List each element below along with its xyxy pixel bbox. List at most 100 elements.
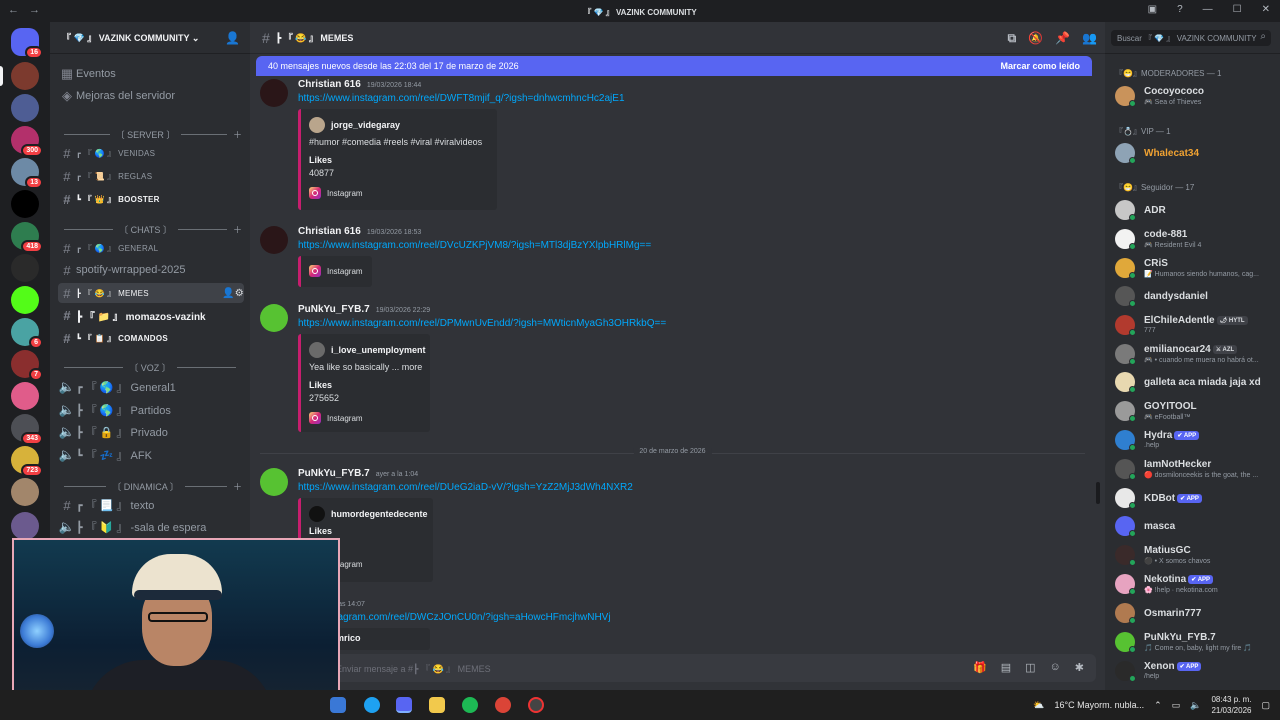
member-item[interactable]: ADR [1115, 198, 1275, 222]
apps-icon[interactable]: ✱ [1075, 661, 1084, 674]
file-explorer-icon[interactable] [429, 697, 445, 713]
server-icon[interactable]: 343 [11, 414, 43, 445]
member-item[interactable]: IamNotHecker 🔴 dosmilonceekis is the goat… [1115, 457, 1275, 481]
new-messages-bar[interactable]: 40 mensajes nuevos desde las 22:03 del 1… [256, 56, 1092, 76]
message-author[interactable]: Christian 616 19/03/2026 18:44 [298, 79, 421, 90]
add-channel-icon[interactable]: ＋ [233, 480, 242, 493]
server-icon[interactable]: 723 [11, 446, 43, 477]
member-item[interactable]: GOYITOOL 🎮 eFootball™ [1115, 399, 1275, 423]
notifications-icon[interactable]: ▢ [1261, 700, 1270, 711]
add-member-icon[interactable]: 👤 [225, 31, 240, 45]
boosts-item[interactable]: ◈ Mejoras del servidor [58, 86, 244, 106]
voice-sala[interactable]: 🔈 ┣ 『 🔰 』 -sala de espera [58, 517, 244, 537]
search-input[interactable]: Buscar 『 💎 』 VAZINK COMMUNITY ⌕ [1111, 30, 1271, 46]
member-item[interactable]: Xenon ✔ APP/help [1115, 659, 1275, 683]
server-icon[interactable] [11, 382, 39, 410]
channel-reglas[interactable]: # ┏ 『 📜 』 REGLAS [58, 166, 244, 186]
embed-author-name[interactable]: jorge_videgaray [331, 120, 400, 130]
inbox-icon[interactable]: ▣ [1148, 4, 1157, 15]
message-author[interactable]: PuNkYu_FYB.7 ayer a la 1:04 [298, 468, 418, 479]
obs-icon[interactable] [528, 697, 544, 713]
channel-memes[interactable]: # ┣ 『 😂 』 MEMES 👤⚙ [58, 283, 244, 303]
spotify-icon[interactable] [462, 697, 478, 713]
clock[interactable]: 08:43 p. m. 21/03/2026 [1211, 694, 1251, 716]
author-name[interactable]: PuNkYu_FYB.7 [298, 468, 370, 479]
discord-taskbar-icon[interactable] [396, 697, 412, 713]
add-channel-icon[interactable]: ＋ [233, 128, 242, 141]
channel-booster[interactable]: # ┗ 『 👑 』 BOOSTER [58, 189, 244, 209]
gif-icon[interactable]: ▤ [1001, 661, 1011, 674]
embed-author-name[interactable]: i_love_unemployment [331, 345, 426, 355]
author-name[interactable]: PuNkYu_FYB.7 [298, 304, 370, 315]
volume-icon[interactable]: 🔈 [1190, 700, 1201, 711]
avatar[interactable] [260, 79, 288, 107]
widgets-icon[interactable] [330, 697, 346, 713]
member-item[interactable]: code-881 🎮 Resident Evil 4 [1115, 227, 1275, 251]
voice-afk[interactable]: 🔈 ┗ 『 💤 』 AFK [58, 445, 244, 465]
avatar[interactable] [260, 226, 288, 254]
message-link[interactable]: www.instagram.com/reel/DWCzJOnCU0n/?igsh… [298, 612, 611, 623]
maximize-icon[interactable]: ☐ [1233, 4, 1242, 15]
server-icon[interactable] [11, 286, 39, 314]
member-item[interactable]: MatiusGC ⚫ • X somos chavos [1115, 543, 1275, 567]
member-item[interactable]: Nekotina ✔ APP 🌸 !help · nekotina.com [1115, 572, 1275, 596]
server-icon[interactable] [11, 62, 39, 90]
message-link[interactable]: https://www.instagram.com/reel/DUeG2iaD-… [298, 482, 633, 493]
category-voz[interactable]: 〔 VOZ 〕 [58, 359, 242, 375]
edge-icon[interactable] [364, 697, 380, 713]
author-name[interactable]: Christian 616 [298, 79, 361, 90]
channel-venidas[interactable]: # ┏ 『 🌎 』 VENIDAS [58, 143, 244, 163]
mark-read-button[interactable]: Marcar como leído [1000, 61, 1080, 71]
channel-texto[interactable]: # ┏ 『 📃 』 texto [58, 495, 244, 515]
pin-icon[interactable]: 📌 [1055, 31, 1070, 46]
voice-privado[interactable]: 🔈 ┣ 『 🔒 』 Privado [58, 422, 244, 442]
events-item[interactable]: ▦ Eventos [58, 64, 244, 84]
member-item[interactable]: Osmarin777 [1115, 601, 1275, 625]
embed-author[interactable]: i_love_unemployment [309, 342, 426, 358]
minimize-icon[interactable]: — [1203, 4, 1213, 15]
weather-icon[interactable]: ⛅ [1033, 700, 1044, 711]
server-icon[interactable]: 16 [11, 28, 43, 59]
mute-icon[interactable]: 🔕 [1028, 31, 1043, 46]
channel-comandos[interactable]: # ┗ 『 📋 』 COMANDOS [58, 328, 244, 348]
server-icon[interactable]: 300 [11, 126, 43, 157]
voice-partidos[interactable]: 🔈 ┣ 『 🌎 』 Partidos [58, 400, 244, 420]
category-chats[interactable]: 〔 CHATS 〕 ＋ [58, 221, 242, 237]
server-icon[interactable] [11, 190, 39, 218]
embed-author[interactable]: humordegentedecente [309, 506, 428, 522]
close-icon[interactable]: ✕ [1262, 4, 1270, 15]
weather-text[interactable]: 16°C Mayorm. nubla... [1055, 700, 1145, 710]
server-icon[interactable]: 418 [11, 222, 43, 253]
add-channel-icon[interactable]: ＋ [233, 223, 242, 236]
member-item[interactable]: emilianocar24 ⚔ AZL 🎮 • cuando me muera no… [1115, 342, 1275, 366]
member-list-icon[interactable]: 👥 [1082, 31, 1097, 46]
message-link[interactable]: https://www.instagram.com/reel/DPMwnUvEn… [298, 318, 666, 329]
member-item[interactable]: Whalecat34 [1115, 141, 1275, 165]
server-icon[interactable] [11, 94, 39, 122]
message-author[interactable]: PuNkYu_FYB.7 19/03/2026 22:29 [298, 304, 430, 315]
member-item[interactable]: CRiS 📝 Humanos siendo humanos, cag... [1115, 256, 1275, 280]
member-item[interactable]: ElChileAdentle 🌶 HYTL 777 [1115, 313, 1275, 337]
embed-author[interactable]: jorge_videgaray [309, 117, 400, 133]
server-icon[interactable]: 6 [11, 318, 43, 349]
tray-chevron-icon[interactable]: ⌃ [1154, 700, 1162, 711]
member-item[interactable]: KDBot ✔ APP [1115, 486, 1275, 510]
member-item[interactable]: PuNkYu_FYB.7 🎵 Come on, baby, light my fi… [1115, 630, 1275, 654]
avatar[interactable] [260, 468, 288, 496]
chat-scrollbar[interactable] [1096, 482, 1100, 504]
member-item[interactable]: Hydra ✔ APP .help [1115, 428, 1275, 452]
channel-spotify[interactable]: # spotify-wrrapped-2025 [58, 260, 244, 280]
category-server[interactable]: 〔 SERVER 〕 ＋ [58, 126, 242, 142]
help-icon[interactable]: ? [1177, 4, 1183, 15]
threads-icon[interactable]: ⧉ [1008, 31, 1017, 46]
member-item[interactable]: galleta aca miada jaja xd [1115, 370, 1275, 394]
server-icon[interactable] [11, 254, 39, 282]
embed-author-name[interactable]: humordegentedecente [331, 509, 428, 519]
server-icon[interactable] [11, 512, 39, 540]
settings-icon[interactable]: 👤⚙ [222, 288, 244, 299]
message-input[interactable]: Enviar mensaje a #┣ 『 😂 』 MEMES 🎁 ▤ ◫ ☺ … [256, 654, 1096, 682]
emoji-icon[interactable]: ☺ [1050, 661, 1061, 674]
category-dinamica[interactable]: 〔 DINAMICA 〕 ＋ [58, 478, 242, 494]
channel-general[interactable]: # ┏ 『 🌎 』 GENERAL [58, 238, 244, 258]
member-item[interactable]: masca [1115, 514, 1275, 538]
